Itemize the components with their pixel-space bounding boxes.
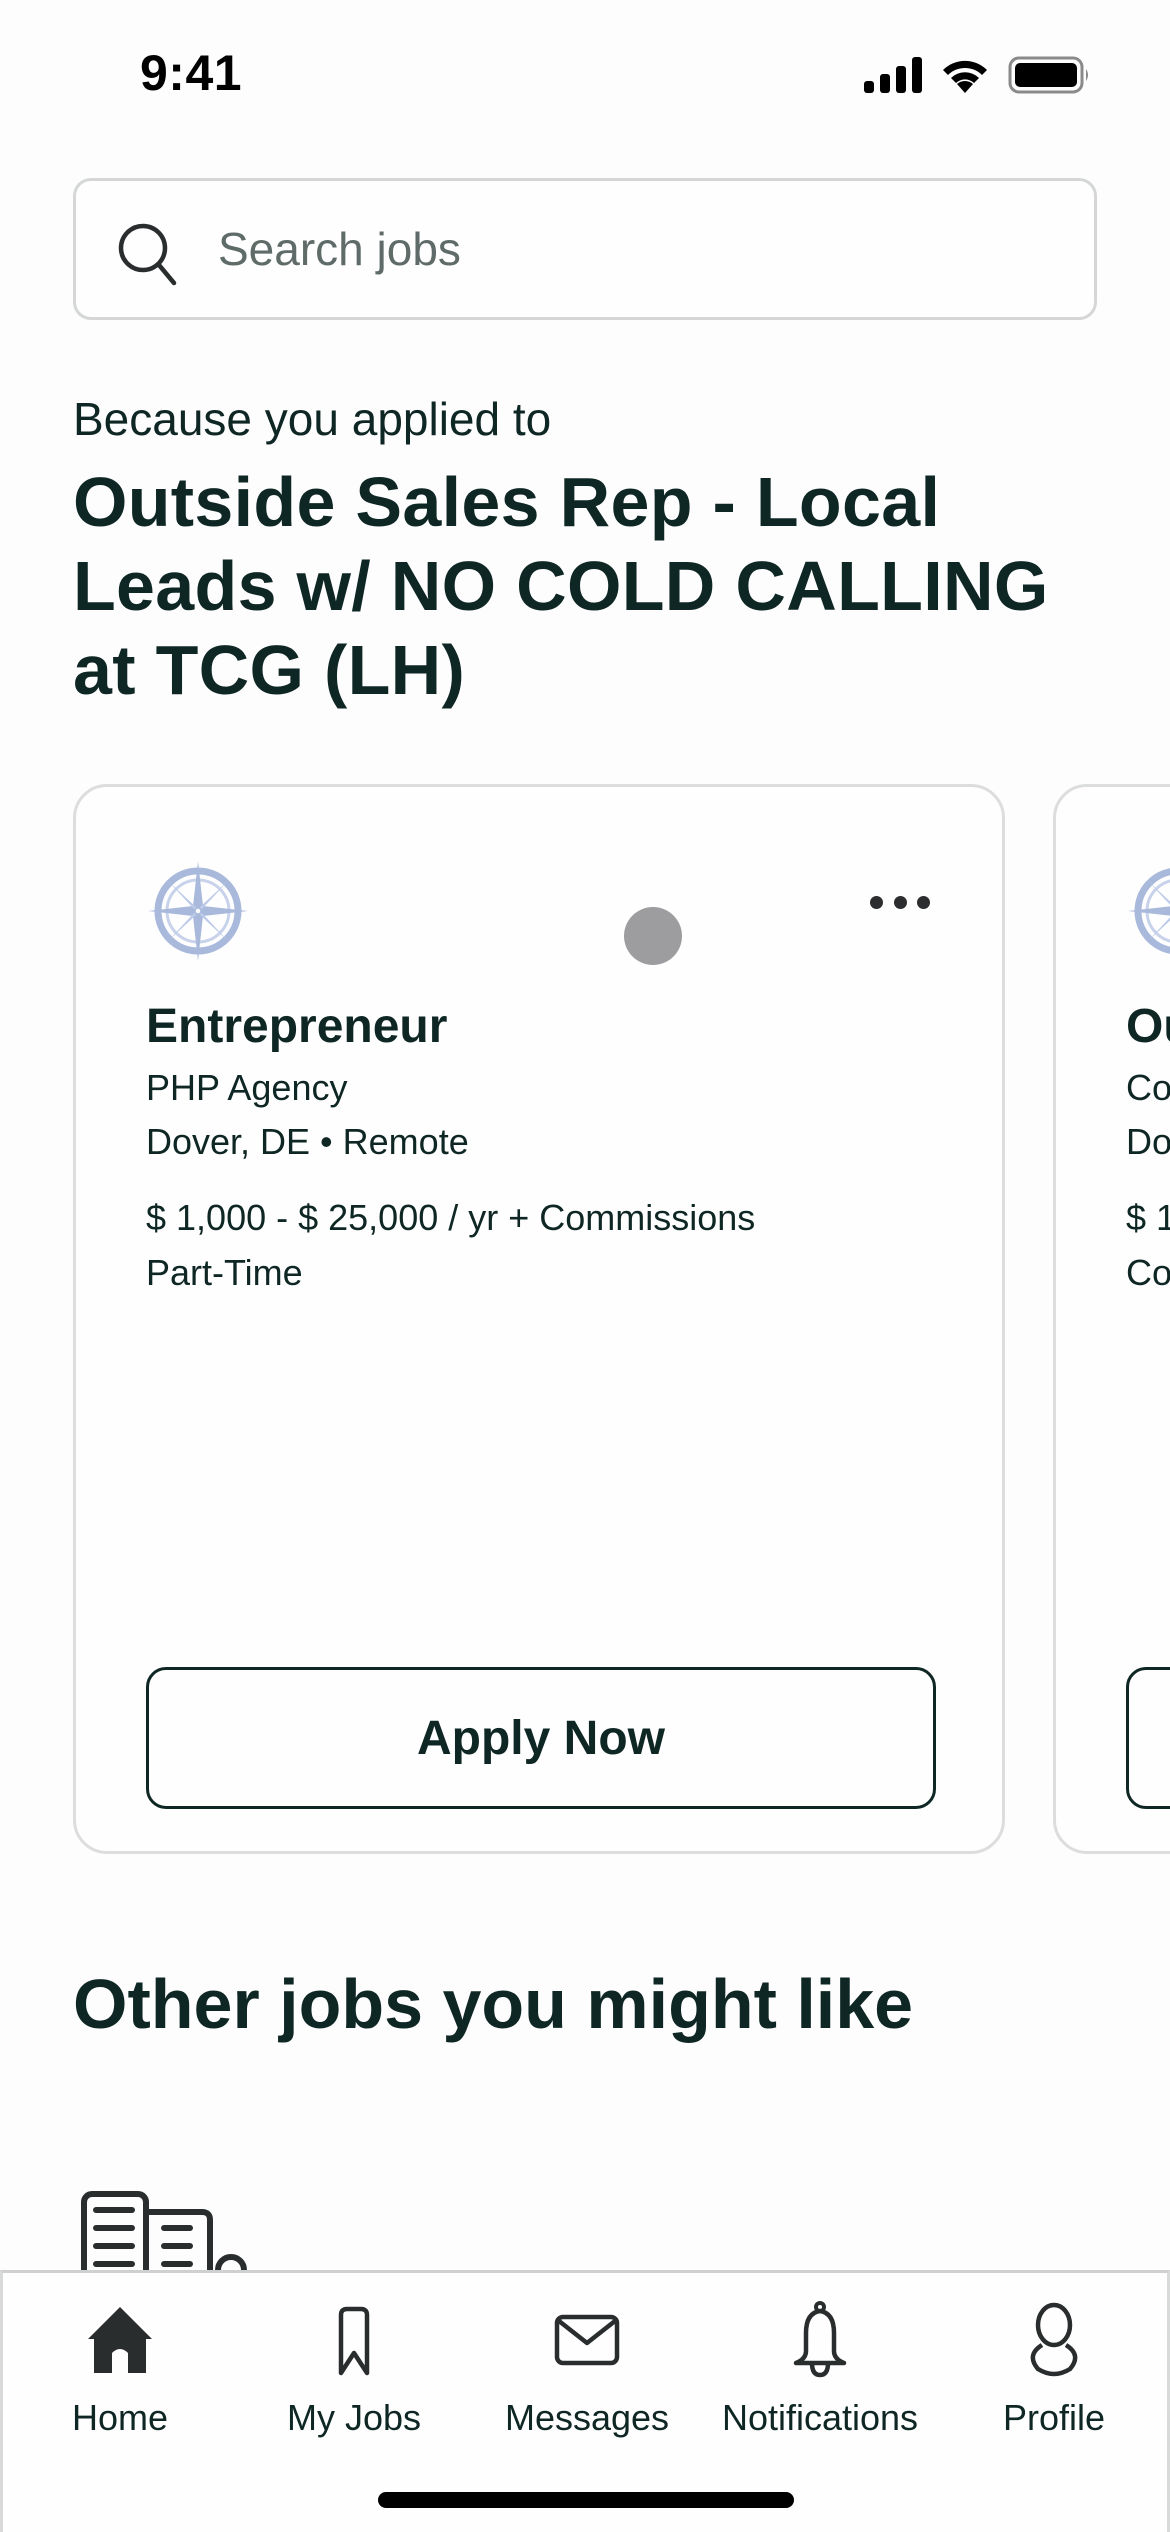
home-icon (88, 2307, 152, 2373)
job-location: Dover, DE • Remote (146, 1121, 469, 1162)
bookmark-icon (338, 2306, 370, 2376)
tab-label: My Jobs (286, 2397, 422, 2438)
tab-profile[interactable]: Profile (937, 2291, 1170, 2441)
more-options-button[interactable] (870, 887, 930, 917)
status-icons (864, 56, 1090, 94)
search-icon (118, 223, 177, 286)
search-input[interactable] (218, 181, 1058, 317)
job-location: Do (1126, 1121, 1170, 1162)
job-salary: $ 1,000 - $ 25,000 / yr + Commissions (146, 1197, 756, 1238)
tab-label: Notifications (721, 2397, 919, 2438)
loading-indicator (624, 907, 682, 965)
more-horizontal-icon (893, 895, 907, 909)
search-bar[interactable] (73, 178, 1097, 320)
job-company: Co (1126, 1067, 1170, 1108)
job-recommendations-screen: 9:41 Becau (0, 0, 1170, 2532)
applied-job-title[interactable]: Outside Sales Rep - Local Leads w/ NO CO… (73, 460, 1113, 712)
recommendation-intro: Because you applied to (73, 393, 552, 445)
job-card[interactable]: Entrepreneur PHP Agency Dover, DE • Remo… (73, 784, 1005, 1854)
tab-label: Home (71, 2397, 169, 2438)
job-type: Co (1126, 1252, 1170, 1293)
apply-now-button[interactable]: Apply Now (146, 1667, 936, 1809)
tab-notifications[interactable]: Notifications (703, 2291, 937, 2441)
status-time: 9:41 (140, 45, 243, 101)
other-jobs-heading: Other jobs you might like (73, 1965, 914, 2043)
job-type: Part-Time (146, 1252, 303, 1293)
home-indicator[interactable] (378, 2492, 794, 2508)
battery-icon (1008, 56, 1088, 94)
cellular-signal-icon (864, 57, 922, 93)
status-bar: 9:41 (0, 0, 1170, 150)
tab-messages[interactable]: Messages (470, 2291, 704, 2441)
job-card[interactable]: Ou Co Do $ 1 Co (1053, 784, 1170, 1854)
tab-label: Profile (1002, 2397, 1106, 2438)
tab-my-jobs[interactable]: My Jobs (237, 2291, 471, 2441)
tab-label: Messages (504, 2397, 670, 2438)
job-salary: $ 1 (1126, 1197, 1170, 1238)
job-title[interactable]: Entrepreneur (146, 999, 447, 1054)
compass-rose-logo (1128, 868, 1170, 954)
compass-rose-logo (148, 861, 248, 961)
more-horizontal-icon (917, 895, 930, 909)
envelope-icon (554, 2314, 620, 2366)
more-horizontal-icon (870, 895, 883, 909)
company-building-icon (81, 2191, 247, 2278)
job-title[interactable]: Ou (1126, 999, 1170, 1054)
bell-icon (793, 2301, 847, 2378)
job-company: PHP Agency (146, 1067, 348, 1108)
person-icon (1030, 2302, 1078, 2377)
tab-home[interactable]: Home (3, 2291, 237, 2441)
wifi-icon (943, 60, 987, 93)
apply-now-button[interactable] (1126, 1667, 1170, 1809)
